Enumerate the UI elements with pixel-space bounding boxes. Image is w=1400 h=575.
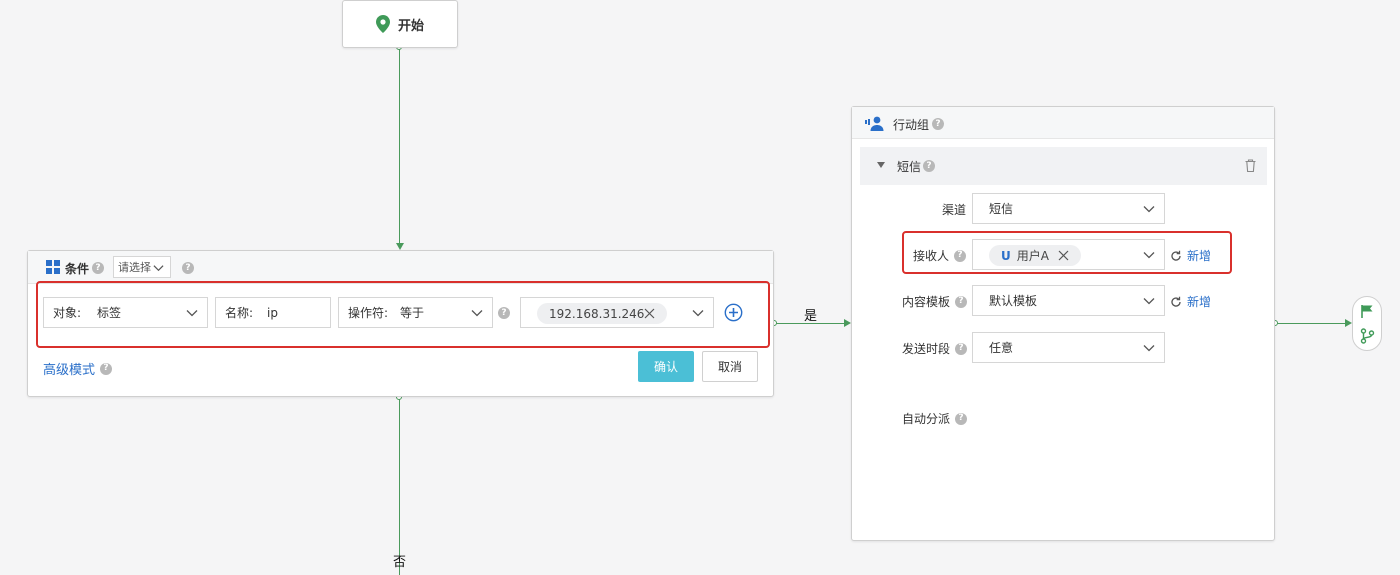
branch-icon[interactable] bbox=[1360, 328, 1375, 344]
action-group-node: 行动组 ? 短信 ? 渠道 短信 接收人 ? U 用户A 新增 内容模板 ? 默… bbox=[851, 106, 1275, 541]
template-add-link[interactable]: 新增 bbox=[1170, 293, 1211, 310]
auto-assign-label: 自动分派 bbox=[902, 412, 951, 426]
connector-action-to-end bbox=[1275, 323, 1345, 324]
caret-down-icon bbox=[877, 162, 885, 168]
user-type-icon: U bbox=[1001, 248, 1011, 263]
object-value: 标签 bbox=[97, 306, 122, 320]
location-pin-icon bbox=[375, 15, 390, 33]
operator-value: 等于 bbox=[400, 306, 425, 320]
recipient-add-label: 新增 bbox=[1187, 249, 1212, 263]
channel-value: 短信 bbox=[989, 202, 1014, 216]
trash-icon[interactable] bbox=[1245, 159, 1256, 172]
arrow-into-end-node bbox=[1345, 319, 1352, 327]
operator-label: 操作符: bbox=[348, 306, 389, 320]
name-value: ip bbox=[267, 305, 278, 320]
send-time-label: 发送时段 bbox=[902, 342, 951, 356]
object-select[interactable]: 对象: 标签 bbox=[43, 297, 208, 328]
advanced-mode-label: 高级模式 bbox=[43, 363, 96, 378]
value-tag-label: 192.168.31.246 bbox=[549, 306, 645, 321]
condition-mode-value: 请选择 bbox=[118, 261, 151, 274]
close-icon[interactable] bbox=[1058, 250, 1069, 261]
value-select[interactable]: 192.168.31.246 bbox=[520, 297, 714, 328]
chevron-down-icon bbox=[692, 310, 704, 317]
recipient-label: 接收人 bbox=[913, 249, 950, 263]
chevron-down-icon bbox=[153, 264, 164, 271]
help-icon[interactable]: ? bbox=[498, 307, 510, 319]
help-icon[interactable]: ? bbox=[182, 262, 194, 274]
help-icon[interactable]: ? bbox=[92, 262, 104, 274]
channel-label: 渠道 bbox=[942, 203, 967, 217]
cancel-button[interactable]: 取消 bbox=[702, 351, 758, 382]
confirm-label: 确认 bbox=[653, 360, 678, 374]
template-add-label: 新增 bbox=[1187, 295, 1212, 309]
user-group-icon bbox=[865, 116, 884, 131]
grid-icon bbox=[46, 260, 60, 274]
auto-assign-label-group: 自动分派 ? bbox=[902, 410, 968, 427]
refresh-icon[interactable] bbox=[1170, 296, 1182, 308]
help-icon[interactable]: ? bbox=[932, 118, 944, 130]
edge-label-yes: 是 bbox=[804, 309, 818, 324]
recipient-label-group: 接收人 ? bbox=[913, 247, 967, 264]
action-group-header: 行动组 ? bbox=[852, 107, 1274, 139]
object-label: 对象: bbox=[53, 306, 82, 320]
end-node[interactable] bbox=[1352, 296, 1382, 351]
condition-mode-select[interactable]: 请选择 bbox=[113, 256, 171, 278]
arrow-into-action-group bbox=[844, 319, 851, 327]
connector-condition-no bbox=[399, 397, 400, 575]
refresh-icon[interactable] bbox=[1170, 250, 1182, 262]
advanced-mode-link[interactable]: 高级模式 ? bbox=[43, 359, 113, 378]
edge-label-no: 否 bbox=[393, 555, 407, 570]
recipient-add-link[interactable]: 新增 bbox=[1170, 247, 1211, 264]
start-node-label: 开始 bbox=[397, 18, 424, 34]
chevron-down-icon bbox=[186, 310, 198, 317]
chevron-down-icon bbox=[471, 310, 483, 317]
name-input[interactable]: 名称: ip bbox=[215, 297, 331, 328]
connector-start-to-condition bbox=[399, 48, 400, 244]
template-label: 内容模板 bbox=[902, 295, 951, 309]
operator-select[interactable]: 操作符: 等于 bbox=[338, 297, 493, 328]
value-tag: 192.168.31.246 bbox=[537, 303, 667, 324]
recipient-tag-label: 用户A bbox=[1016, 249, 1049, 263]
help-icon[interactable]: ? bbox=[955, 342, 968, 355]
help-icon[interactable]: ? bbox=[955, 295, 968, 308]
recipient-select[interactable]: U 用户A bbox=[972, 239, 1165, 270]
name-label: 名称: bbox=[225, 306, 254, 320]
chevron-down-icon bbox=[1143, 345, 1155, 352]
help-icon[interactable]: ? bbox=[955, 412, 968, 425]
close-icon[interactable] bbox=[644, 308, 655, 319]
send-time-value: 任意 bbox=[989, 341, 1014, 355]
channel-select[interactable]: 短信 bbox=[972, 193, 1165, 224]
flag-icon[interactable] bbox=[1360, 304, 1375, 318]
add-circle-icon[interactable] bbox=[724, 303, 743, 322]
help-icon[interactable]: ? bbox=[100, 362, 113, 375]
arrow-into-condition bbox=[396, 243, 404, 250]
condition-header: 条件 ? 请选择 ? bbox=[28, 251, 773, 284]
confirm-button[interactable]: 确认 bbox=[638, 351, 694, 382]
help-icon[interactable]: ? bbox=[954, 249, 967, 262]
help-icon[interactable]: ? bbox=[923, 160, 935, 172]
condition-node: 条件 ? 请选择 ? 对象: 标签 名称: ip 操作符: 等于 ? 192.1… bbox=[27, 250, 774, 397]
sms-section-header[interactable]: 短信 ? bbox=[860, 147, 1267, 185]
template-label-group: 内容模板 ? bbox=[902, 293, 968, 310]
condition-title: 条件 bbox=[65, 262, 90, 276]
chevron-down-icon bbox=[1143, 298, 1155, 305]
chevron-down-icon bbox=[1143, 206, 1155, 213]
sms-section-title: 短信 bbox=[897, 160, 922, 174]
cancel-label: 取消 bbox=[717, 360, 742, 374]
template-value: 默认模板 bbox=[989, 294, 1038, 308]
send-time-select[interactable]: 任意 bbox=[972, 332, 1165, 363]
action-group-title: 行动组 bbox=[893, 118, 930, 132]
recipient-tag: U 用户A bbox=[989, 245, 1081, 266]
template-select[interactable]: 默认模板 bbox=[972, 285, 1165, 316]
send-time-label-group: 发送时段 ? bbox=[902, 340, 968, 357]
start-node[interactable]: 开始 bbox=[342, 0, 458, 48]
chevron-down-icon bbox=[1143, 252, 1155, 259]
